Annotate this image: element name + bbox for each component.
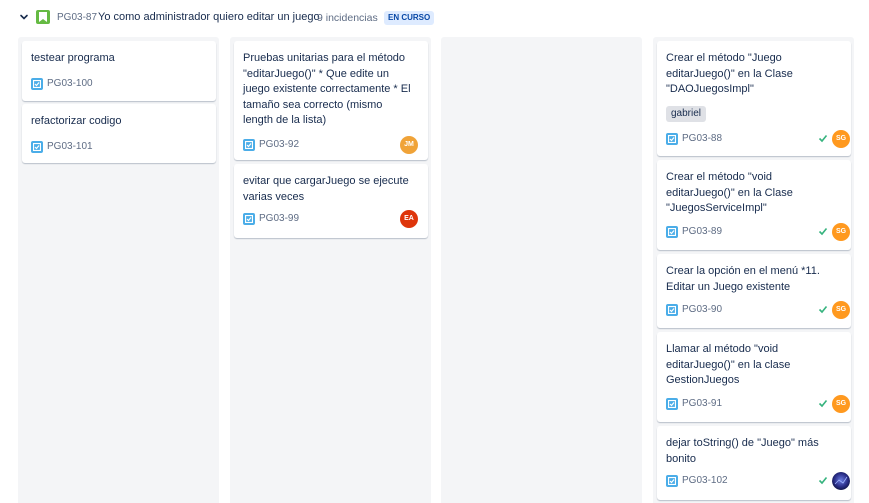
issue-key[interactable]: PG03-92: [259, 139, 299, 150]
card-footer: PG03-89 SG: [666, 223, 850, 241]
assignee-avatar[interactable]: SG: [832, 130, 850, 148]
done-check-icon: [818, 399, 828, 408]
issue-key[interactable]: PG03-100: [47, 78, 93, 89]
board-column-done: Crear el método "Juego editarJuego()" en…: [653, 37, 854, 503]
card-summary: refactorizar codigo: [31, 115, 122, 127]
issue-card[interactable]: dejar toString() de "Juego" más bonito P…: [657, 426, 851, 500]
card-footer: PG03-92 JM: [243, 136, 423, 154]
task-icon: [31, 141, 43, 153]
issue-key[interactable]: PG03-88: [682, 133, 722, 144]
issue-key[interactable]: PG03-91: [682, 398, 722, 409]
issue-card[interactable]: Crear el método "Juego editarJuego()" en…: [657, 41, 851, 156]
assignee-avatar[interactable]: JM: [400, 136, 418, 154]
task-icon: [666, 226, 678, 238]
assignee-avatar-image[interactable]: [832, 472, 850, 490]
task-icon: [243, 213, 255, 225]
issue-card[interactable]: Pruebas unitarias para el método "editar…: [234, 41, 428, 160]
card-summary: dejar toString() de "Juego" más bonito: [666, 437, 819, 465]
story-key[interactable]: PG03-87: [57, 12, 97, 23]
issue-key[interactable]: PG03-99: [259, 213, 299, 224]
assignee-avatar[interactable]: SG: [832, 223, 850, 241]
done-check-icon: [818, 305, 828, 314]
issue-key[interactable]: PG03-89: [682, 226, 722, 237]
issue-card[interactable]: refactorizar codigo PG03-101: [22, 104, 216, 163]
issue-count: 9 incidencias: [317, 12, 378, 24]
story-icon: [36, 10, 50, 24]
task-icon: [666, 398, 678, 410]
card-summary: Pruebas unitarias para el método "editar…: [243, 52, 411, 126]
card-summary: testear programa: [31, 52, 115, 64]
card-footer: PG03-90 SG: [666, 301, 850, 319]
card-summary: Llamar al método "void editarJuego()" en…: [666, 343, 791, 386]
issue-card[interactable]: evitar que cargarJuego se ejecute varias…: [234, 164, 428, 238]
board-column-review: [441, 37, 642, 503]
card-footer: PG03-100: [31, 75, 211, 93]
board-column-in-progress: Pruebas unitarias para el método "editar…: [230, 37, 431, 503]
done-check-icon: [818, 476, 828, 485]
issue-card[interactable]: Llamar al método "void editarJuego()" en…: [657, 332, 851, 422]
issue-key[interactable]: PG03-90: [682, 304, 722, 315]
label-chip[interactable]: gabriel: [666, 106, 707, 122]
card-footer: PG03-91 SG: [666, 395, 850, 413]
issue-card[interactable]: Crear la opción en el menú *11. Editar u…: [657, 254, 851, 328]
done-check-icon: [818, 134, 828, 143]
task-icon: [243, 139, 255, 151]
task-icon: [666, 304, 678, 316]
card-summary: Crear el método "Juego editarJuego()" en…: [666, 52, 793, 95]
task-icon: [666, 133, 678, 145]
done-check-icon: [818, 227, 828, 236]
chevron-down-icon[interactable]: [19, 12, 29, 22]
story-header: PG03-87 Yo como administrador quiero edi…: [0, 0, 869, 36]
issue-card[interactable]: testear programa PG03-100: [22, 41, 216, 101]
story-title[interactable]: Yo como administrador quiero editar un j…: [98, 11, 320, 23]
card-footer: PG03-102: [666, 472, 850, 490]
card-summary: Crear la opción en el menú *11. Editar u…: [666, 265, 820, 293]
assignee-avatar[interactable]: SG: [832, 395, 850, 413]
assignee-avatar[interactable]: SG: [832, 301, 850, 319]
issue-key[interactable]: PG03-102: [682, 475, 728, 486]
card-summary: Crear el método "void editarJuego()" en …: [666, 171, 793, 214]
task-icon: [31, 78, 43, 90]
status-badge: EN CURSO: [384, 11, 435, 25]
task-icon: [666, 475, 678, 487]
issue-card[interactable]: Crear el método "void editarJuego()" en …: [657, 160, 851, 250]
card-footer: PG03-88 SG: [666, 130, 850, 148]
issue-key[interactable]: PG03-101: [47, 141, 93, 152]
card-footer: PG03-99 EA: [243, 210, 423, 228]
card-footer: PG03-101: [31, 138, 211, 156]
assignee-avatar[interactable]: EA: [400, 210, 418, 228]
board-column-todo: testear programa PG03-100 refactorizar c…: [18, 37, 219, 503]
card-summary: evitar que cargarJuego se ejecute varias…: [243, 175, 409, 203]
